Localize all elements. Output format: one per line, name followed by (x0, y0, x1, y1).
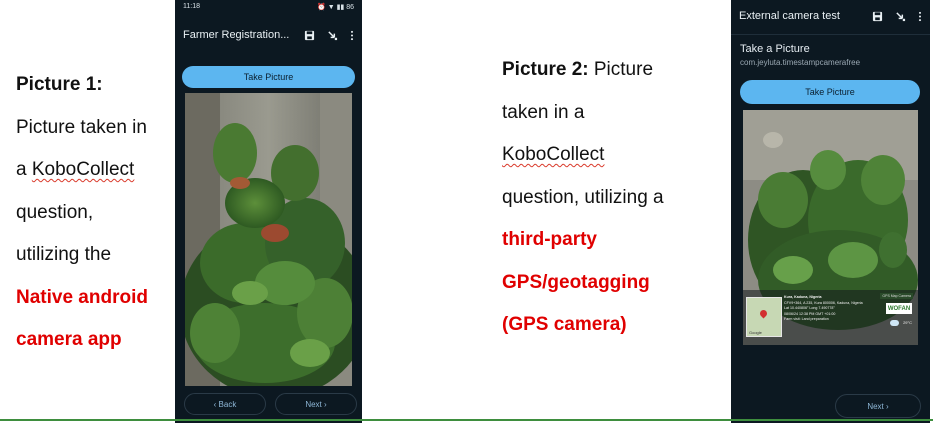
next-button[interactable]: Next › (835, 394, 921, 418)
left-caption-line: Picture taken in (16, 116, 147, 138)
right-caption-line: Picture 2: Picture (502, 59, 654, 80)
right-caption-line: question, utilizing a (502, 186, 664, 208)
app-bar: External camera test (731, 4, 930, 28)
app-title: Farmer Registration... (183, 29, 290, 41)
question-hint: com.jeyluta.timestampcamerafree (740, 58, 861, 67)
left-caption: Picture 1: Picture taken in a KoboCollec… (16, 64, 176, 362)
back-button[interactable]: ‹ Back (184, 393, 266, 415)
left-caption-line: utilizing the (16, 244, 112, 265)
gps-app-tag: GPS Map Camera (880, 293, 913, 299)
left-caption-line: question, (16, 201, 94, 223)
gps-text: Kura, Kaduna, Nigeria CFV9+364, A 235, K… (784, 295, 880, 323)
gps-line-note: Farm visit: Land preparation (784, 317, 829, 322)
more-icon[interactable] (350, 30, 354, 41)
app-title: External camera test (739, 10, 840, 22)
question-label: Take a Picture (740, 43, 810, 55)
brand-logo: WOFAN (886, 303, 912, 314)
kobocollect-word: KoboCollect (502, 144, 605, 165)
save-icon[interactable] (304, 30, 315, 41)
gps-map-thumbnail: Google (746, 297, 782, 337)
status-bar: 11:18 ⏰ ▼ ▮▮ 86 (175, 0, 362, 14)
right-caption-highlight: GPS/geotagging (502, 271, 650, 293)
app-bar: Farmer Registration... (175, 24, 362, 46)
chevron-right-icon: › (883, 401, 889, 411)
map-label: Google (749, 330, 762, 335)
left-caption-highlight: camera app (16, 329, 122, 350)
chevron-right-icon: › (321, 399, 327, 409)
right-caption-line: taken in a (502, 101, 585, 123)
more-icon[interactable] (918, 11, 922, 22)
right-caption: Picture 2: Picture taken in a KoboCollec… (502, 49, 717, 347)
next-button[interactable]: Next › (275, 393, 357, 415)
separator (731, 34, 930, 35)
right-caption-heading: Picture 2: (502, 59, 589, 80)
left-caption-highlight: Native android (16, 286, 148, 308)
save-icon[interactable] (872, 11, 883, 22)
next-label: Next (867, 401, 884, 411)
jump-icon[interactable] (895, 11, 906, 22)
right-caption-highlight: (GPS camera) (502, 314, 627, 335)
jump-icon[interactable] (327, 30, 338, 41)
next-label: Next (305, 399, 322, 409)
kobocollect-word: KoboCollect (31, 159, 135, 180)
captured-photo: Google Kura, Kaduna, Nigeria CFV9+364, A… (743, 110, 918, 345)
phone-2-screenshot: External camera test Take a Picture com.… (731, 0, 930, 423)
right-caption-highlight: third-party (502, 229, 597, 250)
left-caption-heading: Picture 1: (16, 74, 103, 95)
captured-photo (185, 93, 352, 386)
right-caption-line: KoboCollect (502, 134, 717, 177)
temperature: 29°C (903, 320, 912, 325)
weather-icon (890, 320, 899, 326)
left-caption-line: a KoboCollect (16, 159, 135, 180)
map-pin-icon (758, 308, 769, 319)
phone-1-screenshot: 11:18 ⏰ ▼ ▮▮ 86 Farmer Registration... T… (175, 0, 362, 423)
status-time: 11:18 (183, 3, 200, 10)
status-icons: ⏰ ▼ ▮▮ 86 (317, 4, 354, 11)
take-picture-button[interactable]: Take Picture (182, 66, 355, 88)
gps-overlay: Google Kura, Kaduna, Nigeria CFV9+364, A… (746, 293, 915, 343)
bottom-divider (0, 419, 933, 421)
back-label: Back (218, 399, 237, 409)
take-picture-button[interactable]: Take Picture (740, 80, 920, 104)
